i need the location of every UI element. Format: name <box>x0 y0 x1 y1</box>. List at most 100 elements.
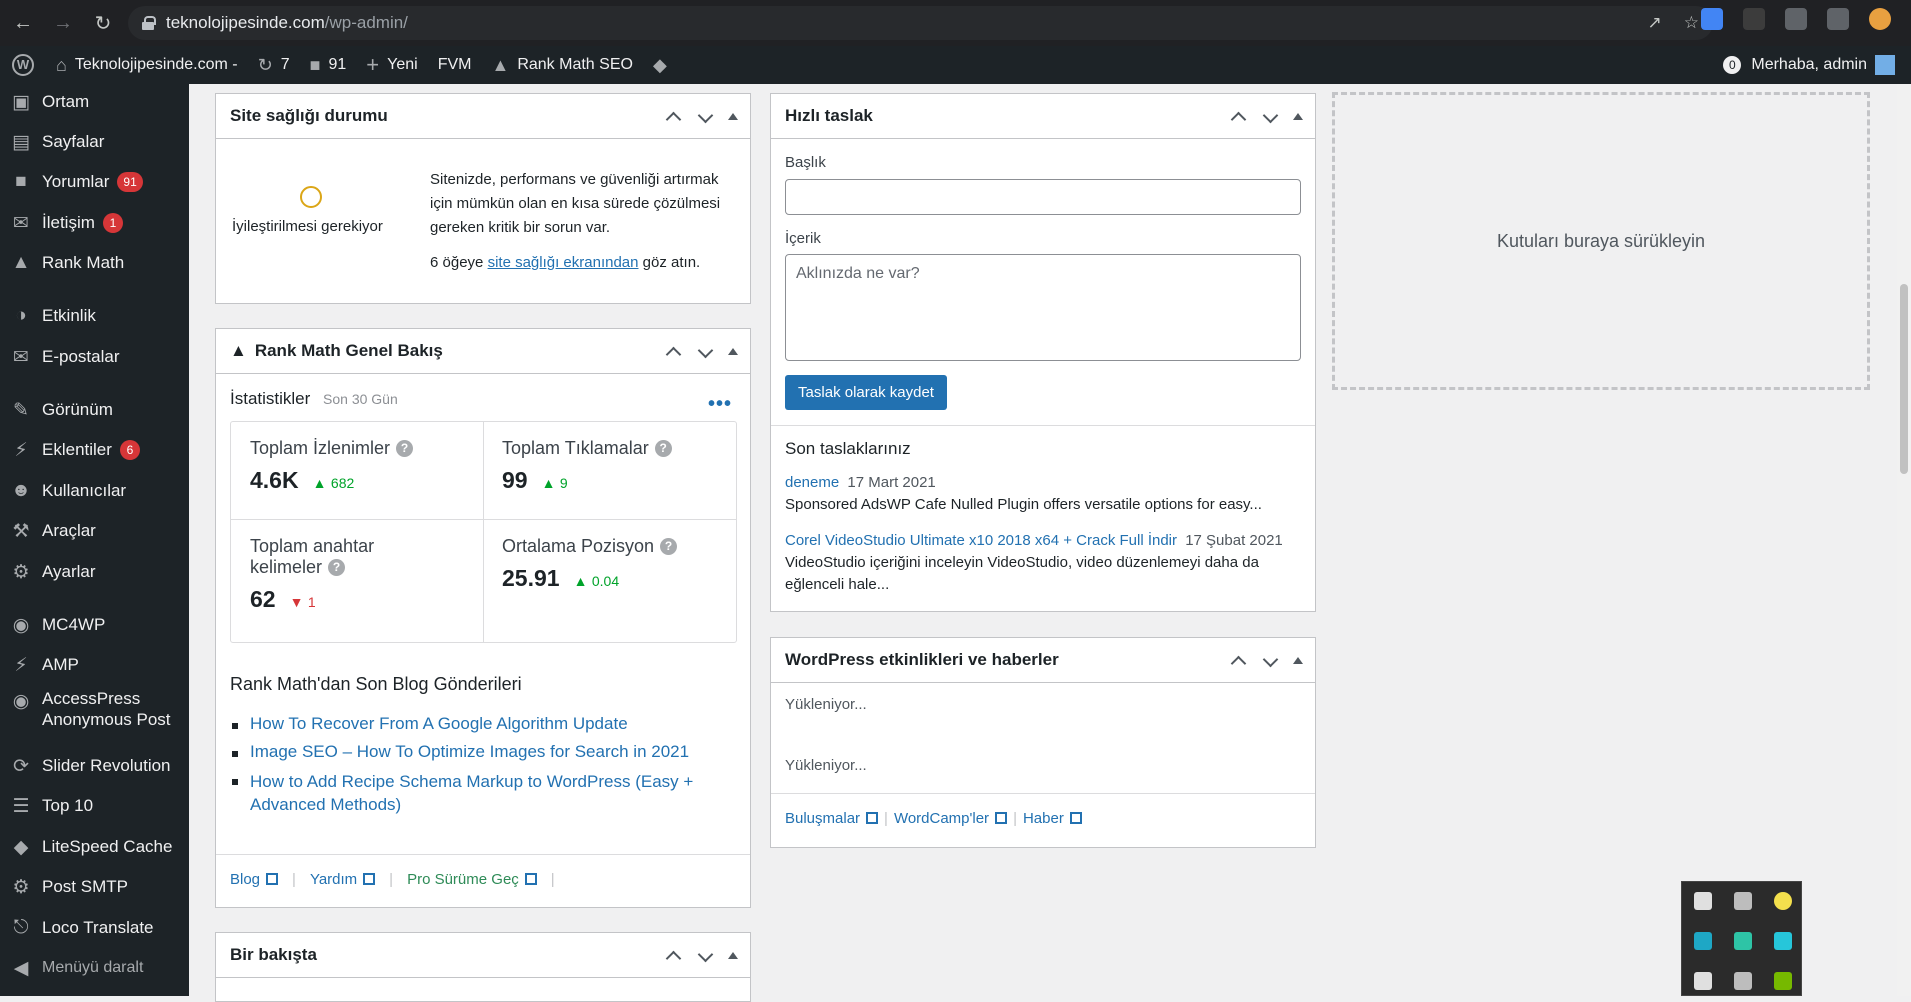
sidebar-item-post-smtp[interactable]: ⚙ Post SMTP <box>0 869 189 905</box>
admin-bar-new[interactable]: + Yeni <box>356 46 427 84</box>
sidebar-item-activity[interactable]: ◑ Etkinlik <box>0 298 189 334</box>
collapse-menu-button[interactable]: ◀ Menüyü daralt <box>0 950 189 986</box>
help-link[interactable]: Yardım <box>310 871 376 888</box>
blog-post-link[interactable]: How To Recover From A Google Algorithm U… <box>230 714 730 734</box>
news-link[interactable]: Haber <box>1023 810 1082 827</box>
forward-icon[interactable]: → <box>46 6 80 40</box>
sidebar-item-appearance[interactable]: ✎ Görünüm <box>0 392 189 428</box>
sidebar-item-rankmath[interactable]: ▲ Rank Math <box>0 245 189 281</box>
pages-icon: ▤ <box>12 131 30 153</box>
move-down-icon[interactable] <box>696 947 714 965</box>
draft-excerpt: VideoStudio içeriğini inceleyin VideoStu… <box>785 554 1259 571</box>
sidebar-item-amp[interactable]: ⚡ AMP <box>0 647 189 683</box>
sidebar-item-mc4wp[interactable]: ◉ MC4WP <box>0 607 189 643</box>
sidebar-item-loco-translate[interactable]: ⎋ Loco Translate <box>0 910 189 946</box>
nvidia-icon[interactable] <box>1774 972 1792 990</box>
toggle-panel-icon[interactable] <box>728 348 738 355</box>
draft-content-textarea[interactable]: Aklınızda ne var? <box>785 254 1301 361</box>
wordcamps-link[interactable]: WordCamp'ler <box>894 810 1008 827</box>
move-down-icon[interactable] <box>1261 108 1279 126</box>
admin-bar-site[interactable]: ⌂ Teknolojipesinde.com - <box>46 46 248 84</box>
meetups-link[interactable]: Buluşmalar <box>785 810 879 827</box>
bookmark-star-icon[interactable]: ☆ <box>1684 13 1699 33</box>
admin-bar-updates[interactable]: ↻ 7 <box>248 46 300 84</box>
sidebar-item-slider-revolution[interactable]: ⟳ Slider Revolution <box>0 748 189 784</box>
sidebar-item-plugins[interactable]: ⚡ Eklentiler 6 <box>0 432 189 468</box>
help-icon[interactable]: ? <box>396 440 414 457</box>
sidebar-item-accesspress[interactable]: ◉ AccessPress Anonymous Post <box>0 688 189 732</box>
sidebar-item-comments[interactable]: ■ Yorumlar 91 <box>0 164 189 200</box>
network-icon[interactable] <box>1734 972 1752 990</box>
draft-title-link[interactable]: Corel VideoStudio Ultimate x10 2018 x64 … <box>785 532 1177 549</box>
move-up-icon[interactable] <box>1229 108 1247 126</box>
scrollbar-thumb[interactable] <box>1900 284 1908 474</box>
save-draft-button[interactable]: Taslak olarak kaydet <box>785 375 947 410</box>
wave-icon[interactable] <box>1774 932 1792 950</box>
move-up-icon[interactable] <box>664 108 682 126</box>
cloud-icon[interactable] <box>1694 932 1712 950</box>
site-health-link[interactable]: site sağlığı ekranından <box>488 254 639 271</box>
admin-bar-diamond[interactable]: ◆ <box>643 46 685 84</box>
share-icon[interactable]: ↗ <box>1648 13 1662 33</box>
admin-bar-comments[interactable]: ■ 91 <box>300 46 357 84</box>
cursor-icon[interactable] <box>1734 892 1752 910</box>
admin-bar-fvm[interactable]: FVM <box>428 46 482 84</box>
profile-avatar[interactable] <box>1869 8 1891 30</box>
circle-icon[interactable] <box>1774 892 1792 910</box>
notification-count[interactable]: 0 <box>1723 56 1742 74</box>
help-icon[interactable]: ? <box>654 440 672 457</box>
google-translate-icon[interactable] <box>1701 8 1723 30</box>
drag-drop-zone[interactable]: Kutuları buraya sürükleyin <box>1332 92 1870 390</box>
blog-post-link[interactable]: How to Add Recipe Schema Markup to WordP… <box>230 770 730 816</box>
help-icon[interactable]: ? <box>328 559 346 576</box>
quick-draft-header: Hızlı taslak <box>771 94 1315 139</box>
greeting[interactable]: Merhaba, admin <box>1751 56 1867 74</box>
address-bar[interactable]: teknolojipesinde.com/wp-admin/ ↗ ☆ <box>128 6 1713 40</box>
sidebar-item-label: E-postalar <box>42 347 120 366</box>
help-icon[interactable]: ? <box>660 538 678 555</box>
pro-upgrade-link[interactable]: Pro Sürüme Geç <box>407 871 537 888</box>
sidebar-item-pages[interactable]: ▤ Sayfalar <box>0 124 189 160</box>
sidebar-item-label: Ayarlar <box>42 562 96 581</box>
cast-icon[interactable] <box>1785 8 1807 30</box>
draft-title-input[interactable] <box>785 179 1301 215</box>
slider-icon: ⟳ <box>13 755 29 777</box>
sidebar-item-emails[interactable]: ✉ E-postalar <box>0 339 189 375</box>
draft-excerpt: Sponsored AdsWP Cafe Nulled Plugin offer… <box>785 496 1262 513</box>
back-icon[interactable]: ← <box>6 6 40 40</box>
extensions-puzzle-icon[interactable] <box>1827 8 1849 30</box>
sidebar-item-media[interactable]: ▣ Ortam <box>0 84 189 120</box>
sidebar-item-settings[interactable]: ⚙ Ayarlar <box>0 554 189 590</box>
sidebar-item-users[interactable]: ☻ Kullanıcılar <box>0 473 189 509</box>
recycle-icon[interactable] <box>1743 8 1765 30</box>
pro-link-label: Pro Sürüme Geç <box>407 871 519 888</box>
sidebar-item-top10[interactable]: ☰ Top 10 <box>0 788 189 824</box>
check-icon[interactable] <box>1734 932 1752 950</box>
sidebar-item-label: Post SMTP <box>42 877 128 896</box>
draft-title-link[interactable]: deneme <box>785 474 839 491</box>
sidebar-item-tools[interactable]: ⚒ Araçlar <box>0 513 189 549</box>
avatar[interactable] <box>1875 55 1895 75</box>
move-down-icon[interactable] <box>1261 652 1279 670</box>
page-scrollbar[interactable] <box>1897 84 1911 996</box>
reload-icon[interactable]: ↻ <box>86 6 120 40</box>
admin-bar-rankmath[interactable]: ▲ Rank Math SEO <box>482 46 643 84</box>
toggle-panel-icon[interactable] <box>728 952 738 959</box>
move-up-icon[interactable] <box>664 947 682 965</box>
toggle-panel-icon[interactable] <box>728 113 738 120</box>
sidebar-item-contact[interactable]: ✉ İletişim 1 <box>0 205 189 241</box>
lock-icon[interactable] <box>1694 972 1712 990</box>
blog-link[interactable]: Blog <box>230 871 279 888</box>
widget-title: Site sağlığı durumu <box>230 106 388 125</box>
move-down-icon[interactable] <box>696 343 714 361</box>
move-down-icon[interactable] <box>696 108 714 126</box>
toggle-panel-icon[interactable] <box>1293 113 1303 120</box>
blog-post-link[interactable]: Image SEO – How To Optimize Images for S… <box>230 742 730 762</box>
wordpress-logo-icon[interactable]: W <box>0 46 46 84</box>
toggle-panel-icon[interactable] <box>1293 657 1303 664</box>
sidebar-item-litespeed[interactable]: ◆ LiteSpeed Cache <box>0 829 189 865</box>
more-options-icon[interactable]: ••• <box>708 393 732 416</box>
move-up-icon[interactable] <box>664 343 682 361</box>
shield-icon[interactable] <box>1694 892 1712 910</box>
move-up-icon[interactable] <box>1229 652 1247 670</box>
